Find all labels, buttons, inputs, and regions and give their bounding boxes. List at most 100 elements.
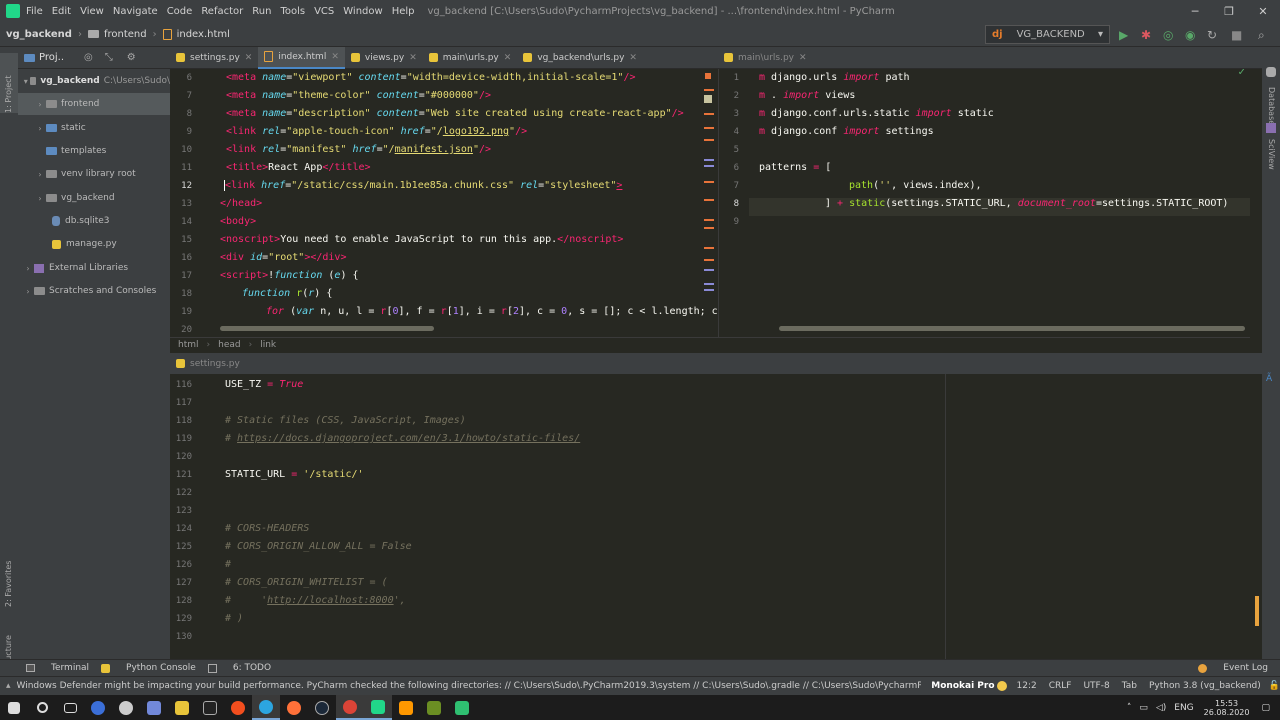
tree-item-templates[interactable]: templates <box>46 140 106 162</box>
menu-edit[interactable]: Edit <box>52 6 71 17</box>
editor-main-urls[interactable]: 1 2 3 4 5 6 7 8 9 m django.urls import p… <box>718 69 1250 337</box>
firefox-icon[interactable] <box>280 695 308 720</box>
file-encoding[interactable]: UTF-8 <box>1083 681 1109 691</box>
tab-views[interactable]: views.py ✕ <box>345 47 423 69</box>
tab-bottom-settings[interactable]: settings.py <box>170 353 246 375</box>
tab-index-html[interactable]: index.html ✕ <box>258 46 345 69</box>
menu-window[interactable]: Window <box>343 6 382 17</box>
tree-item-frontend[interactable]: › frontend <box>18 93 170 115</box>
tab-vg-backend-urls[interactable]: vg_backend\urls.py ✕ <box>517 47 643 69</box>
profile-icon[interactable]: ◉ <box>1185 28 1195 42</box>
run-icon[interactable]: ▶ <box>1119 28 1128 42</box>
input-language[interactable]: ENG <box>1174 703 1193 713</box>
sublime-icon[interactable] <box>392 695 420 720</box>
search-everywhere-icon[interactable]: ⌕ <box>1258 28 1265 43</box>
locate-icon[interactable]: ◎ <box>84 52 93 63</box>
editor-settings[interactable]: 116 117 118 119 120 121 122 123 124 125 … <box>170 374 1262 659</box>
tray-expand-icon[interactable]: ˄ <box>1127 703 1132 713</box>
minecraft-icon[interactable] <box>420 695 448 720</box>
event-log-button[interactable]: Event Log <box>1198 663 1268 673</box>
tree-item-db[interactable]: db.sqlite3 <box>52 210 109 232</box>
close-icon: ✕ <box>799 52 807 63</box>
app-green-icon[interactable] <box>448 695 476 720</box>
stop-icon[interactable]: ■ <box>1231 28 1242 42</box>
menu-run[interactable]: Run <box>252 6 271 17</box>
tree-item-external-libraries[interactable]: › External Libraries <box>22 257 128 279</box>
minimize-button[interactable]: ─ <box>1178 0 1212 22</box>
steam-icon[interactable] <box>308 695 336 720</box>
figma-icon[interactable] <box>224 695 252 720</box>
menu-tools[interactable]: Tools <box>280 6 305 17</box>
close-icon: ✕ <box>409 52 417 63</box>
task-view-icon[interactable] <box>56 695 84 720</box>
database-tool-button[interactable]: Database <box>1267 87 1276 125</box>
nav-crumb-file[interactable]: index.html <box>177 29 230 40</box>
close-button[interactable]: ✕ <box>1246 0 1280 22</box>
tree-item-vg-backend[interactable]: › vg_backend <box>34 187 114 209</box>
concurrency-icon[interactable]: ↻ <box>1207 28 1217 42</box>
tab-right-main-urls[interactable]: main\urls.py ✕ <box>718 47 813 69</box>
breadcrumb-head[interactable]: head <box>210 340 248 350</box>
project-view-select[interactable]: Proj.. <box>39 52 64 63</box>
python-console-tool-button[interactable]: Python Console <box>101 663 196 673</box>
file-explorer-icon[interactable] <box>168 695 196 720</box>
nav-crumb-project[interactable]: vg_backend <box>6 29 72 40</box>
maximize-button[interactable]: ❐ <box>1212 0 1246 22</box>
theme-indicator[interactable]: Monokai Pro <box>931 681 994 691</box>
tab-main-urls[interactable]: main\urls.py ✕ <box>423 47 518 69</box>
gear-icon[interactable]: ⚙ <box>127 52 136 63</box>
breadcrumb-html[interactable]: html <box>170 340 207 350</box>
menu-help[interactable]: Help <box>392 6 415 17</box>
run-config-select[interactable]: dj VG_BACKEND ▾ <box>985 25 1110 44</box>
tab-settings[interactable]: settings.py ✕ <box>170 47 258 69</box>
menu-view[interactable]: View <box>80 6 104 17</box>
app-blue-icon[interactable] <box>84 695 112 720</box>
python-interpreter[interactable]: Python 3.8 (vg_backend) <box>1149 681 1261 691</box>
tree-item-venv[interactable]: › venv library root <box>34 163 135 185</box>
terminal-tool-button[interactable]: Terminal <box>26 663 89 673</box>
terminal-app-icon[interactable] <box>196 695 224 720</box>
status-message[interactable]: Windows Defender might be impacting your… <box>17 681 922 691</box>
menu-bar: File Edit View Navigate Code Refactor Ru… <box>0 0 1280 22</box>
windows-start-icon[interactable] <box>0 695 28 720</box>
collapse-status-icon[interactable]: ▴ <box>6 681 11 691</box>
tree-item-manage[interactable]: manage.py <box>52 233 117 255</box>
notifications-icon[interactable]: ▢ <box>1261 703 1270 713</box>
tree-root[interactable]: ▾ vg_backend C:\Users\Sudo\ <box>22 70 170 92</box>
clock[interactable]: 15:53 26.08.2020 <box>1204 699 1250 717</box>
menu-refactor[interactable]: Refactor <box>201 6 243 17</box>
python-file-icon <box>52 239 61 249</box>
tree-item-static[interactable]: › static <box>34 117 85 139</box>
volume-icon[interactable]: ◁) <box>1156 703 1166 713</box>
sciview-icon <box>1266 123 1276 133</box>
indent-setting[interactable]: Tab <box>1122 681 1137 691</box>
tool-windows-bar: Terminal Python Console 6: TODO Event Lo… <box>0 659 1280 676</box>
search-icon[interactable] <box>28 695 56 720</box>
breadcrumb-link[interactable]: link <box>252 340 284 350</box>
favorites-tool-button[interactable]: 2: Favorites <box>4 561 13 607</box>
caret-position[interactable]: 12:2 <box>1017 681 1037 691</box>
collapse-icon[interactable]: ⤡ <box>105 52 113 63</box>
menu-navigate[interactable]: Navigate <box>113 6 158 17</box>
tree-item-scratches[interactable]: › Scratches and Consoles <box>22 280 156 302</box>
todo-tool-button[interactable]: 6: TODO <box>207 663 271 673</box>
discord-icon[interactable] <box>140 695 168 720</box>
telegram-icon[interactable] <box>252 695 280 720</box>
sciview-tool-button[interactable]: SciView <box>1267 139 1276 170</box>
debug-icon[interactable]: ✱ <box>1141 28 1151 42</box>
lock-icon[interactable]: 🔓 <box>1269 681 1280 691</box>
editor-tabs-bottom: settings.py <box>170 353 1280 374</box>
menu-vcs[interactable]: VCS <box>314 6 334 17</box>
pycharm-taskbar-icon[interactable] <box>364 695 392 720</box>
network-icon[interactable]: ▭ <box>1139 703 1148 713</box>
nav-crumb-frontend[interactable]: frontend <box>104 29 147 40</box>
app-gear-icon[interactable] <box>112 695 140 720</box>
project-tool-button[interactable]: 1: Project <box>4 75 13 113</box>
line-separator[interactable]: CRLF <box>1049 681 1072 691</box>
chrome-icon[interactable] <box>336 695 364 720</box>
menu-file[interactable]: File <box>26 6 43 17</box>
right-tool-strip: Database SciView A͂ <box>1262 47 1280 659</box>
menu-code[interactable]: Code <box>167 6 193 17</box>
run-coverage-icon[interactable]: ◎ <box>1163 28 1173 42</box>
editor-index-html[interactable]: 6 7 8 9 10 11 12 13 14 15 16 17 18 19 20… <box>170 69 718 337</box>
